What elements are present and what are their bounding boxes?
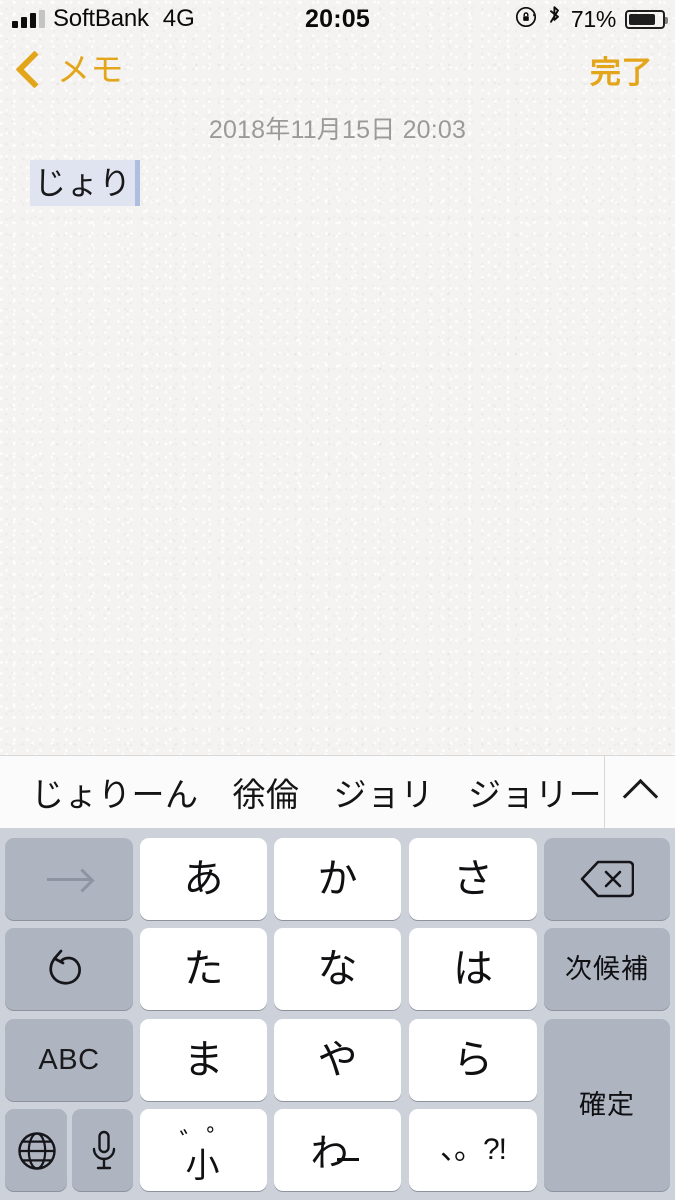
key-a-row[interactable]: あ <box>140 838 267 920</box>
key-a-row-label: あ <box>183 857 224 901</box>
rotation-lock-icon <box>514 5 538 34</box>
iphone-screen: SoftBank 4G 20:05 71% メモ 完了 2018年11月15日 … <box>0 0 675 1200</box>
text-caret <box>134 160 140 206</box>
key-ma-row[interactable]: ま <box>140 1019 267 1101</box>
candidate-item[interactable]: 徐倫 <box>216 768 317 816</box>
dakuten-small-glyph: ゛゜小 <box>179 1125 234 1185</box>
arrow-right-icon <box>47 877 91 881</box>
key-ka-row[interactable]: か <box>274 838 401 920</box>
bluetooth-icon <box>547 5 562 33</box>
key-ta-row-label: た <box>183 947 224 991</box>
undo-key[interactable] <box>5 928 133 1010</box>
status-bar: SoftBank 4G 20:05 71% <box>0 0 675 38</box>
key-ya-row[interactable]: や <box>274 1019 401 1101</box>
wa-underscore-glyph: わ <box>311 1124 365 1176</box>
punctuation-key[interactable]: 、。?! <box>409 1109 537 1191</box>
back-button-label: メモ <box>57 50 124 88</box>
japanese-kana-keyboard: あ か さた な は 次候補 ABC ま や ら確定゛゜小 わ 、。?! <box>0 828 675 1200</box>
abc-key-label: ABC <box>38 1043 100 1076</box>
key-na-row[interactable]: な <box>274 928 401 1010</box>
key-ya-row-label: や <box>317 1038 358 1082</box>
back-to-notes-button[interactable]: メモ <box>15 38 124 100</box>
note-text-area[interactable]: じょり <box>30 160 140 206</box>
key-ra-row-label: ら <box>453 1038 493 1082</box>
delete-key[interactable] <box>544 838 670 920</box>
key-ka-row-label: か <box>317 857 358 901</box>
candidate-item[interactable]: ジョリ <box>317 768 452 816</box>
candidate-item[interactable]: じょりーん <box>14 768 216 816</box>
key-wa-row[interactable]: わ <box>274 1109 401 1191</box>
delete-icon <box>580 859 635 899</box>
next-candidate-key-label: 次候補 <box>565 953 649 984</box>
confirm-key[interactable]: 確定 <box>544 1019 670 1191</box>
key-sa-row-label: さ <box>453 857 493 901</box>
punctuation-key-label: 、。?! <box>439 1133 507 1166</box>
next-candidate-key[interactable]: 次候補 <box>544 928 670 1010</box>
note-timestamp: 2018年11月15日 20:03 <box>208 116 467 144</box>
globe-icon <box>16 1130 56 1170</box>
dakuten-small-key[interactable]: ゛゜小 <box>140 1109 267 1191</box>
chevron-left-icon <box>15 49 54 89</box>
candidate-list[interactable]: じょりーん徐倫ジョリジョリー女 <box>0 756 604 828</box>
key-ta-row[interactable]: た <box>140 928 267 1010</box>
expand-candidates-button[interactable] <box>605 756 675 828</box>
done-button[interactable]: 完了 <box>590 38 653 100</box>
navigation-bar: メモ 完了 <box>0 38 675 100</box>
key-na-row-label: な <box>317 947 358 991</box>
undo-icon <box>46 948 92 990</box>
confirm-key-label: 確定 <box>579 1089 635 1120</box>
key-sa-row[interactable]: さ <box>409 838 537 920</box>
abc-key[interactable]: ABC <box>5 1019 133 1101</box>
key-ha-row[interactable]: は <box>409 928 537 1010</box>
battery-icon <box>625 9 668 29</box>
key-ha-row-label: は <box>453 947 493 991</box>
status-bar-right: 71% <box>514 0 668 38</box>
chevron-up-icon <box>622 778 658 814</box>
dictation-key[interactable] <box>72 1109 133 1191</box>
candidate-item[interactable]: ジョリー <box>451 768 604 816</box>
key-ma-row-label: ま <box>183 1038 224 1082</box>
note-body-text: じょり <box>30 160 135 206</box>
cursor-right-key[interactable] <box>5 838 133 920</box>
key-ra-row[interactable]: ら <box>409 1019 537 1101</box>
battery-percent-label: 71% <box>570 5 616 32</box>
globe-key[interactable] <box>5 1109 67 1191</box>
microphone-icon <box>90 1130 116 1170</box>
ime-candidate-bar: じょりーん徐倫ジョリジョリー女 <box>0 755 675 828</box>
